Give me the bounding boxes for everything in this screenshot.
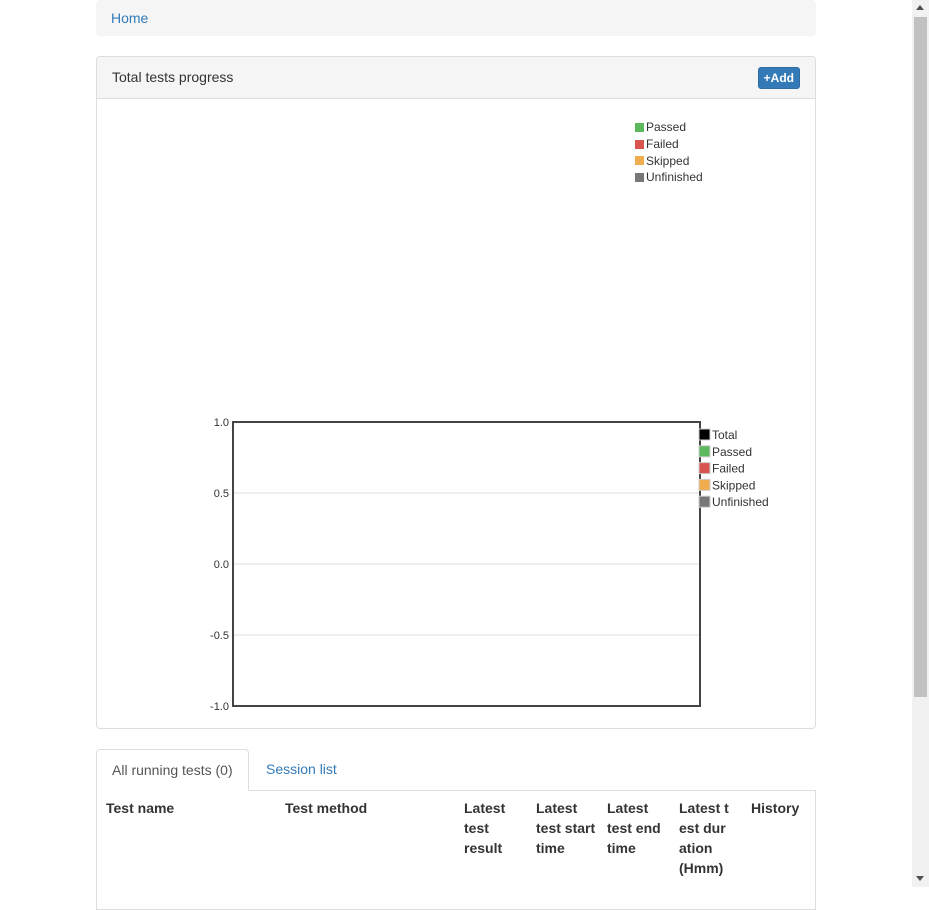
legend-swatch: [698, 428, 711, 441]
column-header-latest-result[interactable]: Latest test result: [464, 798, 524, 858]
y-tick-label: 0.0: [214, 559, 229, 571]
legend-swatch: [698, 478, 711, 491]
legend-label: Passed: [712, 445, 752, 459]
legend-swatch: [698, 495, 711, 508]
y-tick-label: 0.5: [214, 488, 229, 500]
tab-session-list[interactable]: Session list: [251, 749, 352, 791]
column-header-history[interactable]: History: [751, 798, 811, 818]
tests-table: Test name Test method Latest test result…: [96, 790, 816, 910]
legend-label: Unfinished: [712, 495, 769, 509]
progress-line-chart: 1.0 0.5 0.0 -0.5 -1.0 Total Passed Failed Skippe…: [210, 417, 769, 713]
scroll-down-arrow-icon[interactable]: [916, 876, 924, 881]
legend-swatch: [698, 445, 711, 458]
column-header-test-method[interactable]: Test method: [285, 798, 455, 818]
legend-label: Skipped: [712, 478, 755, 492]
scroll-up-arrow-icon[interactable]: [916, 5, 924, 10]
column-header-latest-start[interactable]: Latest test start time: [536, 798, 596, 858]
legend-label: Total: [712, 428, 737, 442]
scroll-thumb[interactable]: [914, 17, 927, 697]
breadcrumb-home-link[interactable]: Home: [111, 10, 148, 26]
tabs-bar: All running tests (0) Session list: [96, 749, 816, 791]
column-header-test-name[interactable]: Test name: [106, 798, 276, 818]
legend-swatch: [698, 462, 711, 475]
breadcrumb: Home: [96, 0, 816, 36]
y-tick-label: -0.5: [210, 630, 229, 642]
column-header-latest-end[interactable]: Latest test end time: [607, 798, 669, 858]
column-header-latest-duration[interactable]: Latest test duration (Hmm): [679, 798, 731, 878]
tests-progress-panel: Total tests progress +Add Passed Failed …: [96, 56, 816, 729]
legend-label: Failed: [712, 462, 745, 476]
vertical-scrollbar[interactable]: [912, 0, 929, 887]
tab-all-running-tests[interactable]: All running tests (0): [96, 749, 249, 791]
y-tick-label: -1.0: [210, 701, 229, 713]
y-tick-label: 1.0: [214, 417, 229, 429]
